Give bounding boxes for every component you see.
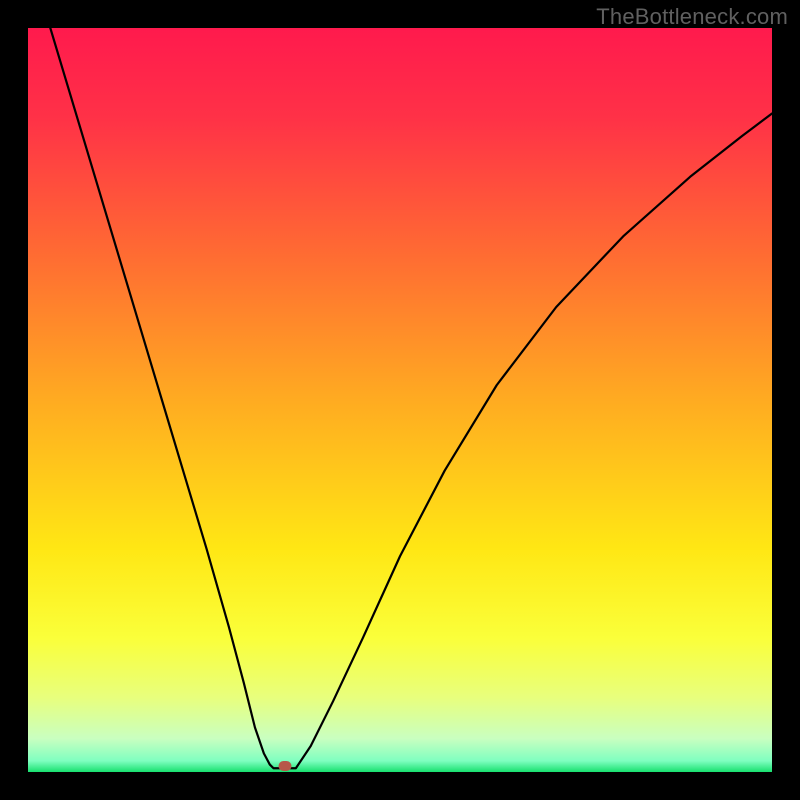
minimum-marker xyxy=(278,761,291,771)
bottleneck-curve xyxy=(28,28,772,772)
chart-frame: TheBottleneck.com xyxy=(0,0,800,800)
plot-area xyxy=(28,28,772,772)
watermark-text: TheBottleneck.com xyxy=(596,4,788,30)
